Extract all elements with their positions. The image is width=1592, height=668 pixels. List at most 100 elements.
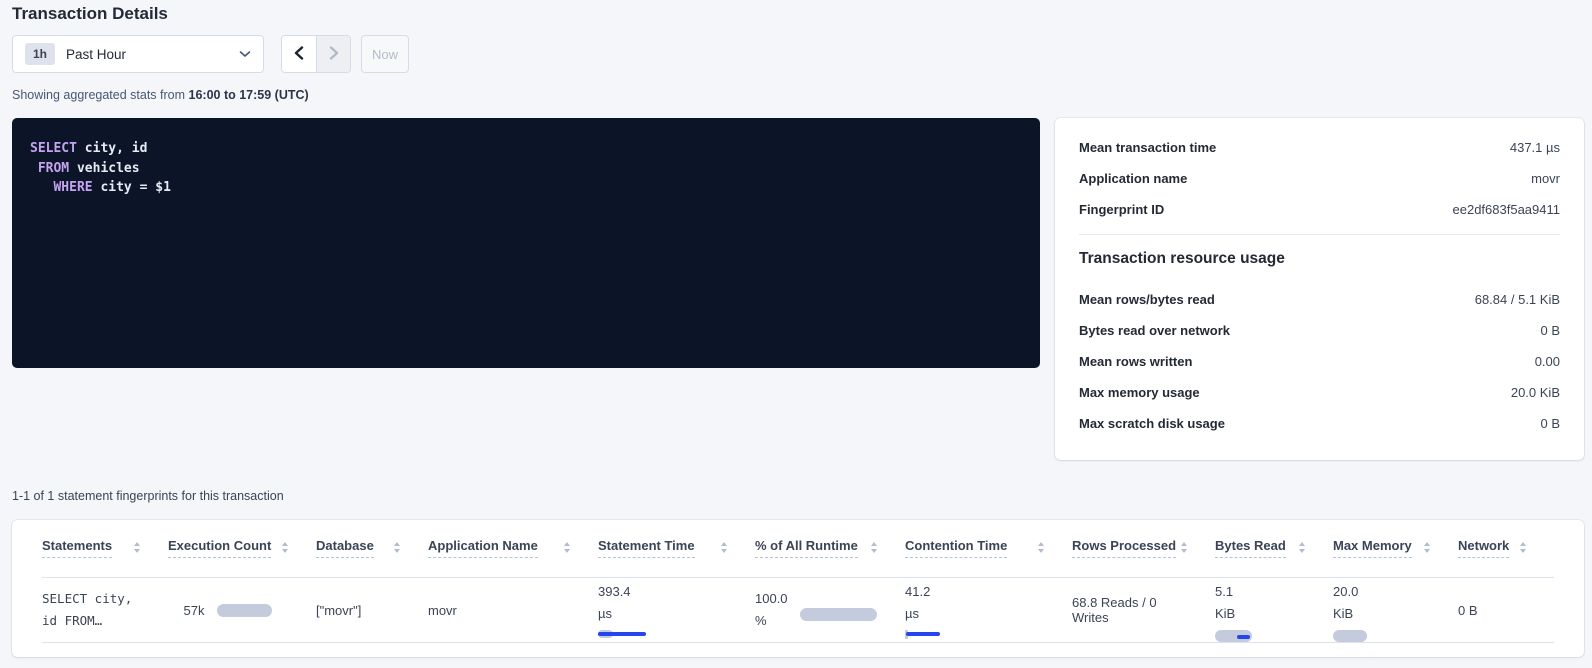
sort-icon	[871, 542, 877, 553]
max-memory-unit: KiB	[1333, 603, 1430, 625]
runtime-pct-bar	[800, 608, 877, 621]
runtime-pct-unit: %	[755, 610, 788, 632]
summary-row: Application name movr	[1079, 171, 1560, 189]
execution-count-cell: 57k	[168, 578, 316, 642]
transaction-details-page: Transaction Details 1h Past Hour Now Sho…	[0, 0, 1592, 668]
sort-icon	[1299, 542, 1305, 553]
column-header-rows-processed[interactable]: Rows Processed	[1072, 538, 1215, 577]
statement-time-unit: µs	[598, 603, 727, 625]
sql-line: FROM vehicles	[30, 159, 1022, 179]
mean-marker	[1237, 635, 1250, 639]
sort-icon	[564, 542, 570, 553]
statement-text-line2: id FROM…	[42, 610, 140, 632]
max-memory-bar	[1333, 630, 1367, 642]
rows-processed-cell: 68.8 Reads / 0 Writes	[1072, 578, 1215, 642]
sort-icon	[134, 542, 140, 553]
column-header-contention-time[interactable]: Contention Time	[905, 538, 1072, 577]
next-time-button[interactable]	[316, 36, 350, 72]
summary-value: 0 B	[1540, 323, 1560, 338]
summary-value: 0.00	[1535, 354, 1560, 369]
aggregated-stats-line: Showing aggregated stats from 16:00 to 1…	[12, 88, 309, 102]
bytes-read-value: 5.1	[1215, 581, 1305, 603]
table-row: SELECT city, id FROM… 57k ["movr"] movr …	[42, 578, 1554, 643]
summary-row: Max scratch disk usage 0 B	[1079, 416, 1560, 434]
sort-icon	[721, 542, 727, 553]
bytes-read-cell: 5.1 KiB	[1215, 578, 1333, 642]
summary-value: movr	[1531, 171, 1560, 186]
chevron-down-icon	[239, 50, 251, 58]
network-cell: 0 B	[1458, 578, 1554, 642]
bytes-read-bar	[1215, 630, 1252, 642]
contention-time-unit: µs	[905, 603, 1044, 625]
execution-count-bar	[217, 604, 272, 617]
statements-table: Statements Execution Count Database Appl…	[12, 520, 1584, 657]
chevron-right-icon	[328, 46, 340, 63]
contention-time-bar	[905, 630, 1044, 639]
database-cell: ["movr"]	[316, 578, 428, 642]
sql-line: SELECT city, id	[30, 139, 1022, 159]
summary-value: 68.84 / 5.1 KiB	[1475, 292, 1560, 307]
summary-label: Max scratch disk usage	[1079, 416, 1225, 431]
runtime-pct-value: 100.0	[755, 588, 788, 610]
summary-label: Mean rows/bytes read	[1079, 292, 1215, 307]
summary-value: ee2df683f5aa9411	[1453, 202, 1560, 217]
stats-line-range: 16:00 to 17:59 (UTC)	[189, 88, 309, 102]
summary-value: 20.0 KiB	[1511, 385, 1560, 400]
prev-time-button[interactable]	[282, 36, 316, 72]
column-header-statements[interactable]: Statements	[42, 538, 168, 577]
column-header-max-memory[interactable]: Max Memory	[1333, 538, 1458, 577]
sort-icon	[282, 542, 288, 553]
sql-keyword: SELECT	[30, 141, 77, 156]
max-memory-cell: 20.0 KiB	[1333, 578, 1458, 642]
summary-row: Mean rows/bytes read 68.84 / 5.1 KiB	[1079, 292, 1560, 310]
time-controls: 1h Past Hour Now	[12, 35, 409, 73]
column-header-execution-count[interactable]: Execution Count	[168, 538, 316, 577]
page-title: Transaction Details	[12, 4, 168, 24]
contention-time-cell: 41.2 µs	[905, 578, 1072, 642]
sql-fragment: city, id	[77, 141, 147, 156]
contention-time-value: 41.2	[905, 581, 1044, 603]
sort-icon	[1038, 542, 1044, 553]
application-name-cell: movr	[428, 578, 598, 642]
rows-processed-value: 68.8 Reads / 0 Writes	[1072, 595, 1187, 625]
statement-text-line1: SELECT city,	[42, 588, 140, 610]
sql-fragment: city = $1	[93, 180, 171, 195]
sql-line: WHERE city = $1	[30, 178, 1022, 198]
summary-label: Max memory usage	[1079, 385, 1200, 400]
summary-divider	[1079, 234, 1560, 235]
summary-label: Mean transaction time	[1079, 140, 1216, 155]
mean-bar	[906, 632, 940, 636]
column-header-bytes-read[interactable]: Bytes Read	[1215, 538, 1333, 577]
column-header-database[interactable]: Database	[316, 538, 428, 577]
statement-time-bar	[598, 630, 727, 639]
statement-time-value: 393.4	[598, 581, 727, 603]
execution-count-value: 57k	[184, 603, 205, 618]
column-header-statement-time[interactable]: Statement Time	[598, 538, 755, 577]
chevron-left-icon	[293, 46, 305, 63]
mean-bar	[598, 632, 646, 636]
summary-row: Fingerprint ID ee2df683f5aa9411	[1079, 202, 1560, 220]
now-button[interactable]: Now	[361, 35, 409, 73]
statement-link-cell[interactable]: SELECT city, id FROM…	[42, 578, 168, 642]
sql-keyword: FROM	[38, 161, 69, 176]
summary-label: Bytes read over network	[1079, 323, 1230, 338]
column-header-runtime-pct[interactable]: % of All Runtime	[755, 538, 905, 577]
table-header-row: Statements Execution Count Database Appl…	[42, 520, 1554, 578]
fingerprints-count-caption: 1-1 of 1 statement fingerprints for this…	[12, 489, 284, 503]
summary-row: Bytes read over network 0 B	[1079, 323, 1560, 341]
sql-keyword: WHERE	[53, 180, 92, 195]
summary-label: Fingerprint ID	[1079, 202, 1164, 217]
sort-icon	[1424, 542, 1430, 553]
column-header-application-name[interactable]: Application Name	[428, 538, 598, 577]
transaction-summary-card: Mean transaction time 437.1 µs Applicati…	[1055, 118, 1584, 460]
application-name-value: movr	[428, 603, 570, 618]
time-step-control	[281, 35, 351, 73]
time-range-dropdown[interactable]: 1h Past Hour	[12, 35, 264, 73]
time-range-badge: 1h	[25, 43, 55, 65]
summary-value: 0 B	[1540, 416, 1560, 431]
database-value: ["movr"]	[316, 603, 400, 618]
time-range-label: Past Hour	[66, 47, 126, 62]
bytes-read-unit: KiB	[1215, 603, 1305, 625]
summary-row: Mean rows written 0.00	[1079, 354, 1560, 372]
column-header-network[interactable]: Network	[1458, 538, 1554, 577]
